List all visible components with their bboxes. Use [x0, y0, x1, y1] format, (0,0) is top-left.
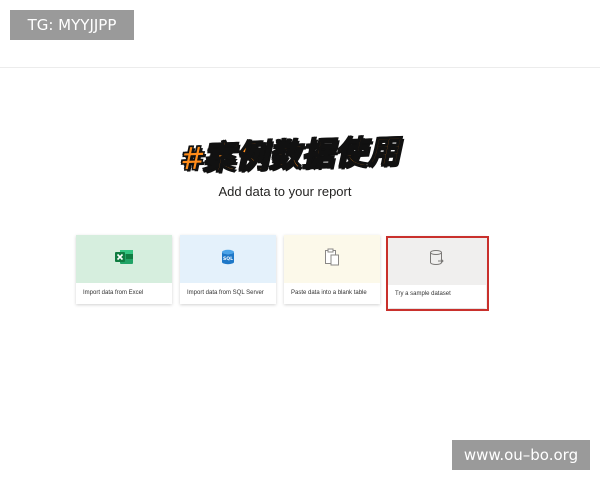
paste-icon	[324, 248, 340, 271]
card-thumbnail	[284, 235, 380, 283]
card-label: Import data from SQL Server	[187, 290, 264, 296]
paste-blank-table-card[interactable]: Paste data into a blank table	[284, 235, 380, 304]
page-title: Add data to your report	[218, 184, 352, 199]
watermark-bottom-right: www.ou–bo.org	[452, 440, 590, 470]
import-excel-card[interactable]: Import data from Excel	[76, 235, 172, 304]
excel-icon	[114, 249, 134, 270]
card-thumbnail: SQL	[180, 235, 276, 283]
card-thumbnail	[76, 235, 172, 283]
card-label: Import data from Excel	[83, 290, 144, 296]
import-sql-server-card[interactable]: SQL Import data from SQL Server	[180, 235, 276, 304]
sql-badge-text: SQL	[223, 256, 233, 262]
sample-dataset-card[interactable]: Try a sample dataset	[388, 236, 486, 308]
card-label: Try a sample dataset	[395, 291, 451, 297]
watermark-top-left: TG: MYYJJPP	[10, 10, 134, 40]
card-label: Paste data into a blank table	[291, 290, 367, 296]
hashtag-overlay: #案例数据使用	[178, 132, 402, 179]
header-divider	[0, 67, 600, 68]
sample-dataset-icon	[429, 249, 445, 272]
sql-server-icon: SQL	[221, 249, 235, 270]
card-thumbnail	[388, 236, 486, 285]
